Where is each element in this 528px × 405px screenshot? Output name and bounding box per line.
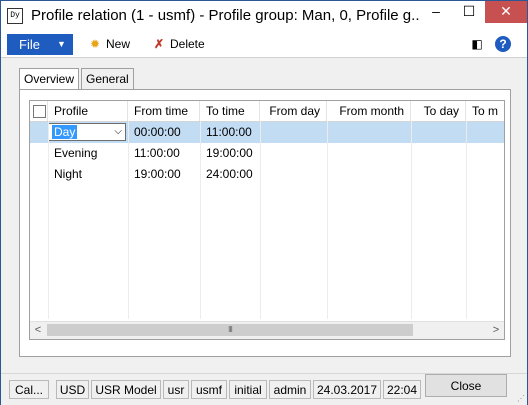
column-divider — [327, 121, 328, 319]
column-divider — [411, 121, 412, 319]
profile-relation-window: Dy Profile relation (1 - usmf) - Profile… — [0, 0, 528, 405]
chevron-down-icon: ▼ — [57, 39, 66, 49]
title-bar[interactable]: Dy Profile relation (1 - usmf) - Profile… — [1, 1, 527, 31]
status-calendar[interactable]: Cal... — [9, 380, 49, 399]
app-icon: Dy — [7, 8, 23, 24]
profile-dropdown[interactable]: Day ⌵ — [48, 123, 126, 141]
tab-overview[interactable]: Overview — [19, 68, 80, 91]
new-button[interactable]: ✹ New — [87, 35, 130, 53]
scroll-left-icon[interactable]: < — [30, 322, 46, 339]
resize-grip-icon[interactable]: ⋰ — [517, 394, 525, 403]
new-sun-icon: ✹ — [89, 37, 101, 51]
column-divider — [200, 121, 201, 319]
column-divider — [260, 121, 261, 319]
overview-panel: Profile From time To time From day From … — [19, 89, 511, 357]
file-menu-button[interactable]: File ▼ — [7, 34, 73, 55]
chevron-down-icon[interactable]: ⌵ — [114, 124, 122, 140]
maximize-button[interactable]: ☐ — [452, 1, 486, 23]
status-model[interactable]: USR Model — [91, 380, 161, 399]
status-user[interactable]: admin — [269, 380, 311, 399]
close-button[interactable]: Close — [425, 374, 507, 397]
status-time[interactable]: 22:04 — [383, 380, 421, 399]
column-header-from-day[interactable]: From day — [260, 101, 327, 121]
profile-grid: Profile From time To time From day From … — [29, 100, 505, 340]
to-time-cell[interactable]: 24:00:00 — [200, 164, 260, 185]
column-header-from-time[interactable]: From time — [128, 101, 200, 121]
table-row[interactable]: Night 19:00:00 24:00:00 — [30, 164, 504, 185]
from-time-cell[interactable]: 11:00:00 — [128, 143, 200, 164]
new-label: New — [106, 37, 131, 51]
column-divider — [466, 121, 467, 319]
column-divider — [128, 121, 129, 319]
status-date[interactable]: 24.03.2017 — [313, 380, 381, 399]
select-all-cell — [30, 101, 48, 121]
column-header-to-day[interactable]: To day — [411, 101, 466, 121]
window-title: Profile relation (1 - usmf) - Profile gr… — [31, 7, 421, 24]
column-header-to-time[interactable]: To time — [200, 101, 260, 121]
delete-label: Delete — [170, 37, 205, 51]
profile-cell[interactable]: Night — [48, 164, 128, 185]
column-header-from-month[interactable]: From month — [327, 101, 411, 121]
layout-icon[interactable]: ◧ — [469, 36, 485, 52]
close-window-button[interactable]: ✕ — [485, 1, 527, 23]
column-divider — [48, 121, 49, 319]
action-pane: File ▼ ✹ New ✗ Delete ◧ ? — [1, 31, 527, 58]
grid-header: Profile From time To time From day From … — [30, 101, 504, 122]
table-row[interactable]: Day ⌵ 00:00:00 11:00:00 — [30, 122, 504, 143]
profile-cell[interactable]: Evening — [48, 143, 128, 164]
help-icon[interactable]: ? — [495, 36, 511, 52]
status-currency[interactable]: USD — [56, 380, 89, 399]
from-time-cell[interactable]: 00:00:00 — [128, 122, 200, 143]
scroll-thumb[interactable]: III — [47, 324, 413, 336]
to-time-cell[interactable]: 11:00:00 — [200, 122, 260, 143]
column-header-profile[interactable]: Profile — [48, 101, 128, 121]
status-layer[interactable]: usr — [163, 380, 189, 399]
status-partition[interactable]: initial — [229, 380, 267, 399]
select-all-checkbox[interactable] — [33, 105, 46, 118]
delete-x-icon: ✗ — [153, 37, 165, 51]
profile-dropdown-value: Day — [52, 125, 78, 139]
status-company[interactable]: usmf — [191, 380, 227, 399]
file-menu-label: File — [19, 37, 40, 52]
minimize-button[interactable]: – — [419, 1, 453, 23]
horizontal-scrollbar[interactable]: < III > — [30, 321, 504, 339]
scroll-right-icon[interactable]: > — [488, 322, 504, 339]
to-time-cell[interactable]: 19:00:00 — [200, 143, 260, 164]
column-header-to-month[interactable]: To m — [466, 101, 504, 121]
delete-button[interactable]: ✗ Delete — [151, 35, 205, 53]
from-time-cell[interactable]: 19:00:00 — [128, 164, 200, 185]
table-row[interactable]: Evening 11:00:00 19:00:00 — [30, 143, 504, 164]
tab-general[interactable]: General — [81, 68, 134, 90]
